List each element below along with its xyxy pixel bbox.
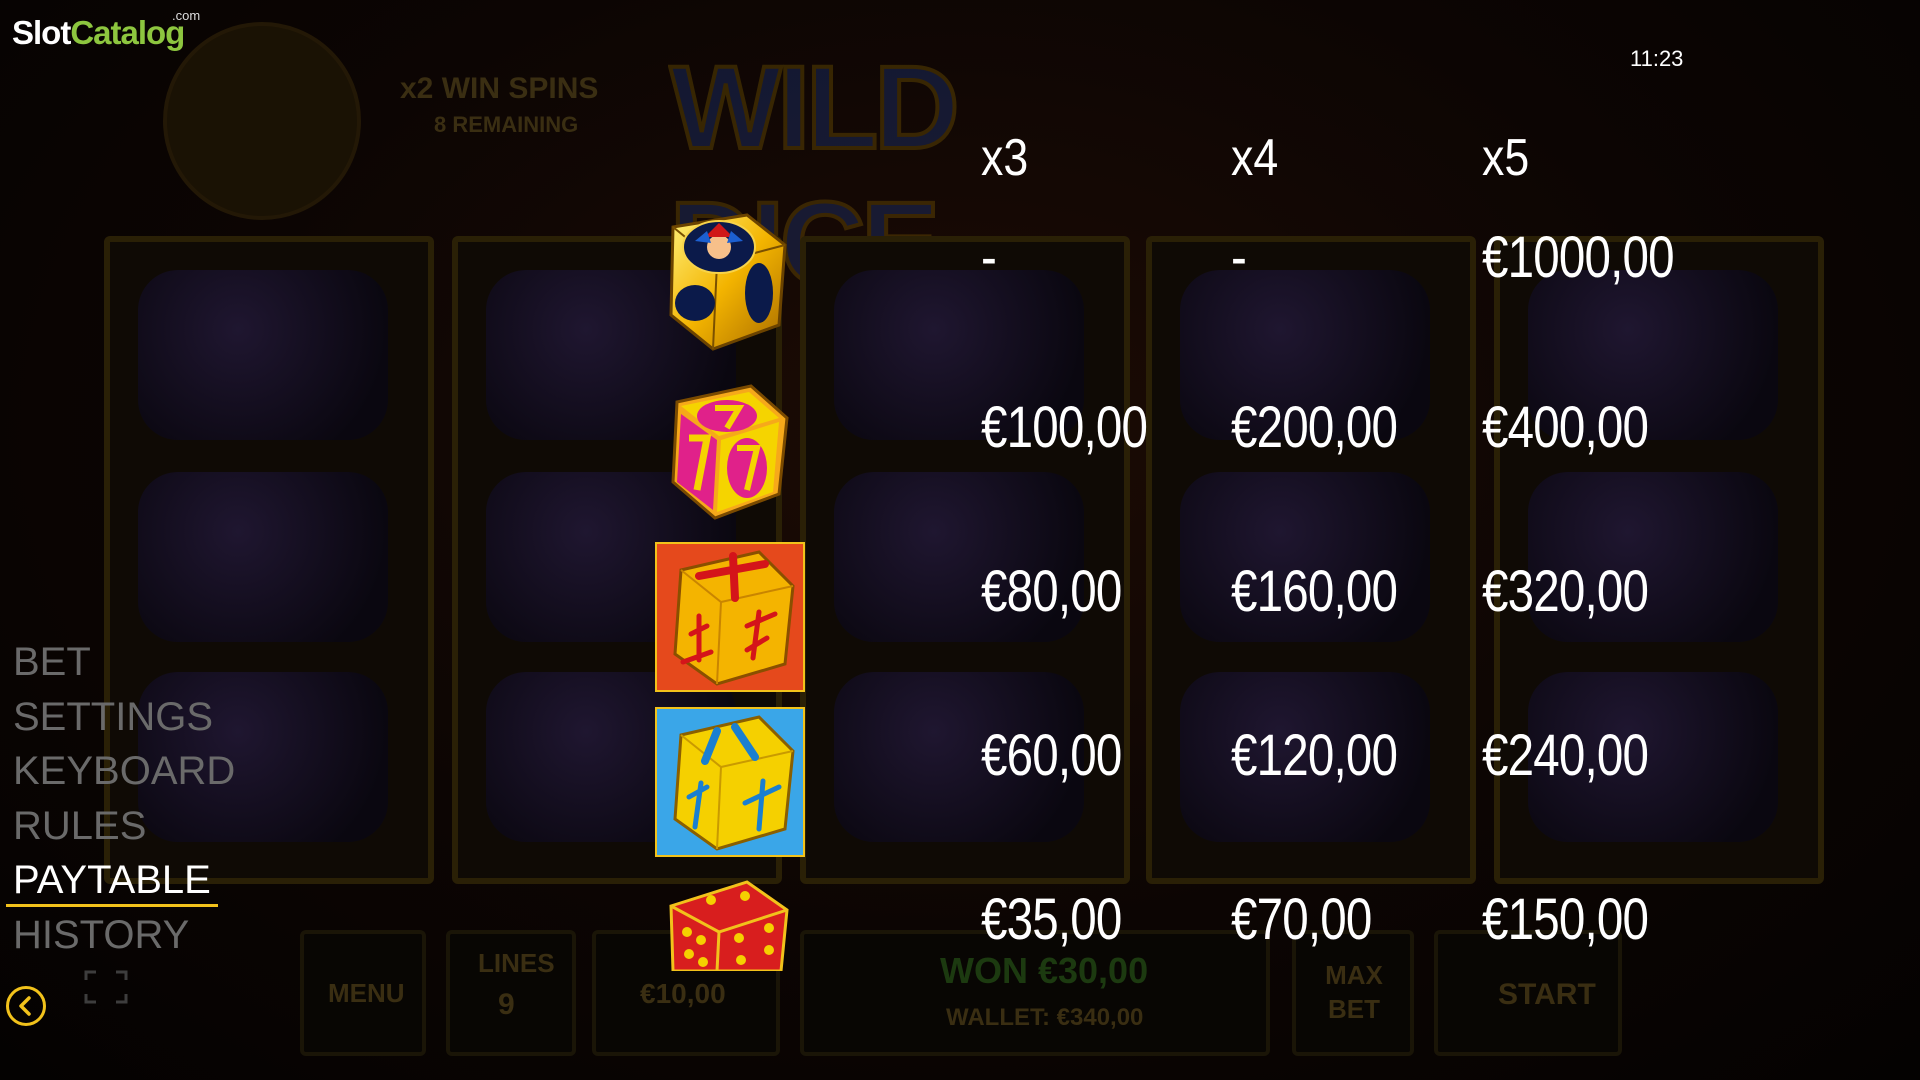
bg-remaining: 8 REMAINING [434,112,579,137]
column-header-x3: x3 [981,129,1029,187]
payout-orange-x5: €320,00 [1482,559,1649,624]
column-header-x4: x4 [1231,129,1279,187]
active-menu-underline [6,904,218,907]
payout-seven-x5: €400,00 [1482,395,1649,460]
payout-blue-x4: €120,00 [1231,723,1398,788]
bg-game-logo: WILD DICE [668,40,961,312]
payout-blue-x5: €240,00 [1482,723,1649,788]
payout-orange-x4: €160,00 [1231,559,1398,624]
fullscreen-icon[interactable] [84,970,128,1004]
menu-item-keyboard[interactable]: KEYBOARD [13,744,235,799]
payout-seven-x4: €200,00 [1231,395,1398,460]
bg-timer-coin [163,22,361,220]
payout-red-x5: €150,00 [1482,887,1649,952]
payout-blue-x3: €60,00 [981,723,1122,788]
bg-win-spins: x2 WIN SPINS [400,72,599,105]
menu-item-paytable[interactable]: PAYTABLE [13,853,235,908]
clock: 11:23 [1630,46,1684,71]
payout-jester-x3: - [981,225,997,290]
blue-chinese-die-icon [655,707,805,857]
orange-chinese-die-icon [655,542,805,692]
menu-item-history[interactable]: HISTORY [13,908,235,963]
payout-jester-x4: - [1231,225,1247,290]
payout-seven-x3: €100,00 [981,395,1148,460]
bg-lines: LINES 9 [446,930,576,1056]
column-header-x5: x5 [1482,129,1530,187]
menu-item-bet[interactable]: BET [13,635,235,690]
red-six-die-icon [669,880,789,971]
jester-die-icon [669,213,787,351]
payout-red-x3: €35,00 [981,887,1122,952]
side-menu: BET SETTINGS KEYBOARD RULES PAYTABLE HIS… [13,635,235,962]
menu-item-settings[interactable]: SETTINGS [13,690,235,745]
menu-item-rules[interactable]: RULES [13,799,235,854]
brand-logo: SlotCatalog .com [12,8,201,51]
payout-jester-x5: €1000,00 [1482,225,1675,290]
seven-die-icon [671,384,789,520]
bg-menu-button: MENU [300,930,426,1056]
chevron-left-icon [19,996,31,1016]
payout-red-x4: €70,00 [1231,887,1372,952]
back-button[interactable] [6,986,46,1026]
payout-orange-x3: €80,00 [981,559,1122,624]
